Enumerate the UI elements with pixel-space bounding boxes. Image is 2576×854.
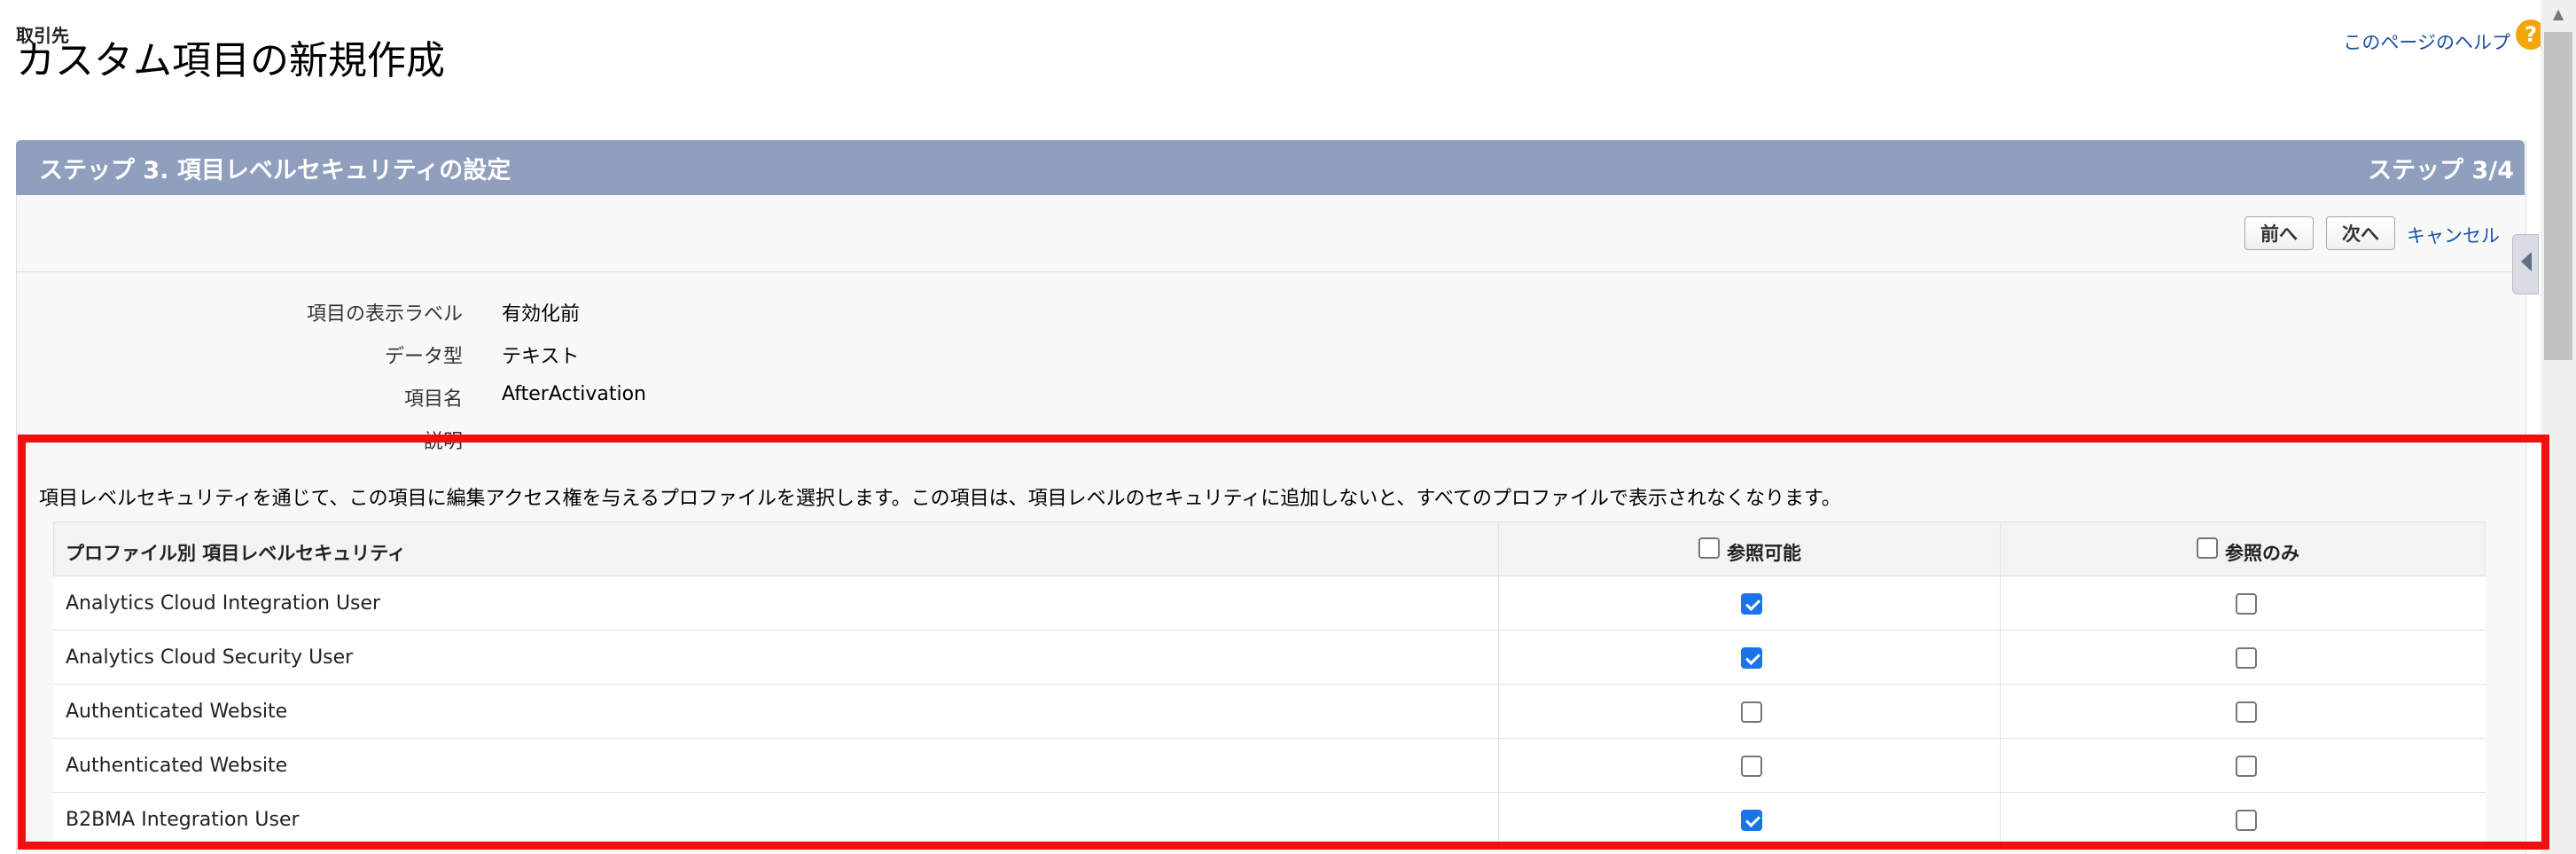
step-indicator: ステップ 3/4: [2368, 157, 2514, 184]
help-link[interactable]: このページのヘルプ: [2343, 28, 2510, 55]
scroll-up-arrow-icon[interactable]: ▲: [2541, 0, 2576, 28]
chevron-left-icon: [2521, 252, 2532, 271]
next-button[interactable]: 次へ: [2326, 216, 2395, 250]
data-type-label: データ型: [384, 346, 463, 368]
cancel-link[interactable]: キャンセル: [2407, 222, 2500, 248]
scrollbar-thumb[interactable]: [2544, 32, 2572, 360]
divider: [16, 271, 2525, 272]
field-name-label: 項目名: [403, 388, 463, 411]
page-root: 取引先 カスタム項目の新規作成 このページのヘルプ ? ▲ ステップ 3. 項目…: [0, 0, 2576, 854]
field-label-label: 項目の表示ラベル: [306, 303, 463, 325]
field-name-value: AfterActivation: [502, 383, 646, 405]
field-label-value: 有効化前: [502, 303, 581, 325]
data-type-value: テキスト: [502, 346, 580, 368]
step-title: ステップ 3. 項目レベルセキュリティの設定: [39, 157, 511, 184]
red-highlight-box: [18, 435, 2549, 850]
prev-button[interactable]: 前へ: [2244, 216, 2314, 250]
page-title: カスタム項目の新規作成: [16, 38, 445, 83]
